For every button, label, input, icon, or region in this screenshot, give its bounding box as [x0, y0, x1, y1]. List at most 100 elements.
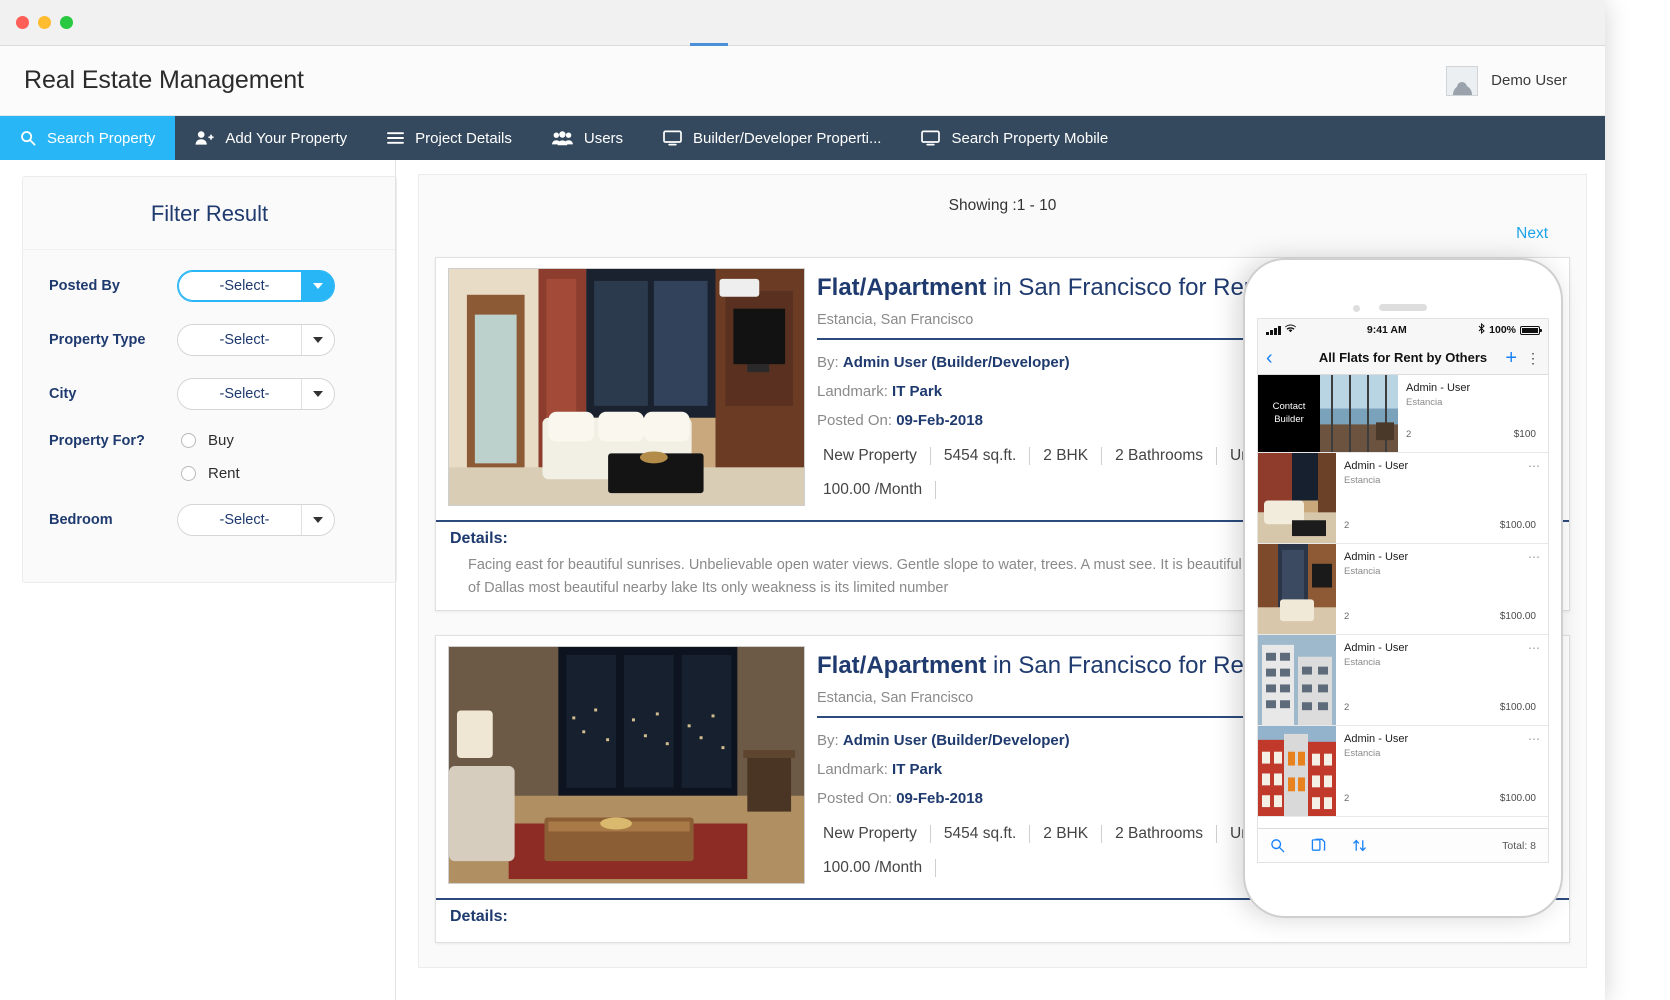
filter-label: Property Type [49, 332, 146, 348]
ios-property-list[interactable]: Contact Builder Admin - User Estancia 2 … [1258, 375, 1548, 828]
sort-icon[interactable] [1352, 838, 1367, 853]
listing-title-rest: in San Francisco for Rent [986, 652, 1264, 680]
list-item-price: $100.00 [1499, 793, 1536, 804]
select-value: -Select- [219, 332, 270, 348]
more-options-icon[interactable]: ⋯ [1528, 550, 1540, 564]
minimize-window-button[interactable] [38, 16, 51, 29]
nav-label: Search Property [47, 129, 156, 147]
radio-circle-icon [181, 433, 196, 448]
close-window-button[interactable] [16, 16, 29, 29]
listing-title-type: Flat/Apartment [817, 274, 987, 301]
radio-circle-icon [181, 466, 196, 481]
user-menu[interactable]: Demo User [1446, 65, 1567, 96]
list-item[interactable]: Admin - User Estancia 2 $100.00 ⋯ [1258, 635, 1548, 726]
more-options-icon[interactable]: ⋯ [1528, 641, 1540, 655]
nav-item-project-details[interactable]: Project Details [367, 116, 532, 160]
filter-title: Filter Result [23, 177, 396, 250]
list-item[interactable]: Admin - User Estancia 2 $100.00 ⋯ [1258, 544, 1548, 635]
filter-card: Filter Result Posted By -Select- Propert… [22, 176, 397, 583]
list-item-price: $100.00 [1499, 520, 1536, 531]
copy-icon[interactable] [1311, 838, 1326, 853]
list-item-bedrooms: 2 [1406, 429, 1412, 440]
more-options-icon[interactable]: ⋯ [1528, 459, 1540, 473]
list-item-price: $100.00 [1499, 702, 1536, 713]
back-chevron-icon[interactable]: ‹ [1266, 348, 1273, 368]
pagination: Next [435, 221, 1570, 257]
list-item-name: Admin - User [1344, 642, 1409, 654]
list-item-thumbnail [1258, 453, 1336, 543]
list-item-place: Estancia [1344, 657, 1381, 668]
radio-buy[interactable]: Buy [181, 432, 240, 449]
list-item-name: Admin - User [1406, 382, 1471, 394]
select-value: -Select- [219, 386, 270, 402]
posted-label: Posted On: [817, 790, 893, 808]
list-item-thumbnail [1258, 635, 1336, 725]
property-for-radio-group: Buy Rent [177, 432, 240, 482]
filter-label: Bedroom [49, 512, 113, 528]
nav-label: Users [583, 129, 624, 147]
search-icon[interactable] [1270, 838, 1285, 853]
phone-speaker [1379, 304, 1427, 311]
list-item-name: Admin - User [1344, 733, 1409, 745]
page-title: Real Estate Management [24, 66, 304, 94]
list-icon [387, 131, 405, 145]
by-value[interactable]: Admin User (Builder/Developer) [843, 354, 1070, 371]
list-item[interactable]: Admin - User Estancia 2 $100.00 ⋯ [1258, 453, 1548, 544]
spec-item: 2 BHK [1030, 447, 1103, 465]
filter-row-posted-by: Posted By -Select- [49, 270, 370, 302]
list-item-bedrooms: 2 [1344, 611, 1350, 622]
filter-label: Posted By [49, 278, 120, 294]
battery-icon [1520, 325, 1542, 335]
nav-label: Search Property Mobile [951, 129, 1109, 147]
landmark-label: Landmark: [817, 761, 888, 779]
showing-count: Showing :1 - 10 [948, 197, 1057, 214]
list-item-name: Admin - User [1344, 551, 1409, 563]
chevron-down-icon [301, 505, 334, 535]
battery-percent-label: 100% [1489, 324, 1516, 336]
list-item-thumbnail [1258, 544, 1336, 634]
posted-value: 09-Feb-2018 [896, 412, 983, 429]
list-item-place: Estancia [1344, 475, 1381, 486]
property-type-select[interactable]: -Select- [177, 324, 335, 356]
nav-item-add-your-property[interactable]: Add Your Property [175, 116, 367, 160]
filter-fields: Posted By -Select- Property Type -Select… [23, 250, 396, 582]
maximize-window-button[interactable] [60, 16, 73, 29]
list-item[interactable]: Contact Builder Admin - User Estancia 2 … [1258, 375, 1548, 453]
listing-thumbnail[interactable] [448, 646, 805, 885]
posted-label: Posted On: [817, 412, 893, 429]
list-item[interactable]: Admin - User Estancia 2 $100.00 ⋯ [1258, 726, 1548, 817]
bluetooth-icon [1478, 322, 1485, 337]
more-options-icon[interactable]: ⋯ [1528, 732, 1540, 746]
by-value[interactable]: Admin User (Builder/Developer) [843, 732, 1070, 749]
filter-row-city: City -Select- [49, 378, 370, 410]
search-icon [20, 130, 36, 146]
list-item-thumbnail [1258, 726, 1336, 816]
landmark-value: IT Park [892, 383, 943, 400]
ios-clock: 9:41 AM [1366, 324, 1407, 336]
next-page-link[interactable]: Next [1516, 225, 1548, 242]
plus-icon[interactable]: + [1505, 348, 1517, 368]
nav-item-search-property[interactable]: Search Property [0, 116, 176, 160]
nav-label: Project Details [415, 129, 512, 147]
nav-item-builder-developer-properties[interactable]: Builder/Developer Properti... [643, 116, 901, 160]
city-select[interactable]: -Select- [177, 378, 335, 410]
listing-title-type: Flat/Apartment [817, 652, 987, 680]
monitor-icon [663, 130, 682, 146]
signal-icon [1266, 325, 1281, 335]
spec-item: 2 BHK [1030, 825, 1103, 844]
nav-item-search-property-mobile[interactable]: Search Property Mobile [901, 116, 1128, 160]
contact-builder-action[interactable]: Contact Builder [1258, 375, 1320, 452]
posted-by-select[interactable]: -Select- [177, 270, 335, 302]
more-vertical-icon[interactable]: ⋮ [1526, 351, 1540, 365]
listing-price: 100.00 /Month [817, 481, 937, 499]
radio-rent[interactable]: Rent [181, 465, 240, 482]
listing-title-rest: in San Francisco for Rent [986, 274, 1264, 301]
chevron-down-icon [301, 379, 334, 409]
spec-item: 2 Bathrooms [1102, 447, 1217, 465]
radio-label: Buy [208, 432, 234, 449]
list-item-name: Admin - User [1344, 460, 1409, 472]
listing-thumbnail[interactable] [448, 268, 805, 506]
list-item-place: Estancia [1406, 397, 1443, 408]
bedroom-select[interactable]: -Select- [177, 504, 335, 536]
nav-item-users[interactable]: Users [532, 116, 643, 160]
